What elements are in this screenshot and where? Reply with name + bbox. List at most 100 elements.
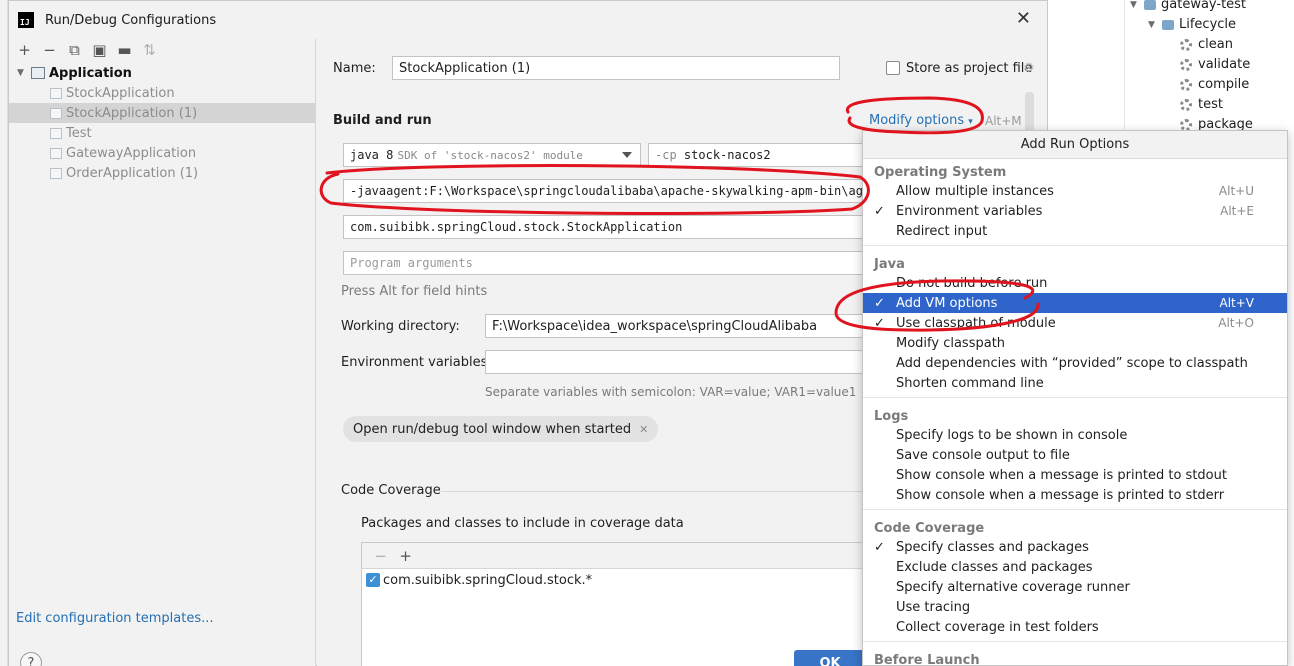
tree-item-label: StockApplication	[66, 85, 175, 101]
tree-item-label: GatewayApplication	[66, 145, 197, 161]
application-icon	[31, 67, 45, 79]
coverage-item-label: com.suibibk.springCloud.stock.*	[383, 572, 593, 588]
option-item[interactable]: Add dependencies with “provided” scope t…	[863, 353, 1287, 373]
config-tree: ▼ Application StockApplication StockAppli…	[9, 63, 315, 183]
maven-tree-item[interactable]: compile	[1166, 77, 1249, 92]
remove-icon[interactable]: −	[368, 547, 393, 565]
tree-toolbar: + − ⧉ ▣ ▬ ⇅	[9, 39, 315, 61]
intellij-logo-icon: IJ	[18, 12, 34, 28]
maven-tree-item[interactable]: ▼ gateway-test	[1130, 0, 1246, 12]
ide-left-edge	[0, 0, 8, 666]
add-icon[interactable]: +	[12, 41, 37, 59]
application-icon	[50, 107, 62, 119]
option-label: Show console when a message is printed t…	[896, 467, 1227, 483]
open-tool-window-chip[interactable]: Open run/debug tool window when started ✕	[343, 416, 659, 442]
maven-tree-item[interactable]: clean	[1166, 37, 1233, 52]
option-item[interactable]: Show console when a message is printed t…	[863, 465, 1287, 485]
vm-options-field[interactable]: -javaagent:F:\Workspace\springcloudaliba…	[343, 179, 871, 203]
option-item[interactable]: Use tracing	[863, 597, 1287, 617]
store-project-checkbox[interactable]	[886, 61, 900, 75]
tree-item[interactable]: StockApplication	[9, 83, 315, 103]
group-header: Before Launch	[874, 653, 980, 666]
chevron-down-icon[interactable]: ▼	[1130, 0, 1144, 10]
option-item[interactable]: ✓ Specify classes and packages	[863, 537, 1287, 557]
group-separator	[863, 397, 1287, 398]
chevron-down-icon[interactable]: ▼	[1148, 20, 1162, 30]
name-field[interactable]: StockApplication (1)	[392, 56, 840, 80]
option-item[interactable]: Modify classpath	[863, 333, 1287, 353]
chevron-down-icon[interactable]: ▼	[17, 68, 31, 78]
ok-button[interactable]: OK	[794, 650, 866, 666]
gear-icon	[1180, 38, 1192, 51]
checkmark-icon: ✓	[874, 295, 885, 311]
edit-templates-link[interactable]: Edit configuration templates...	[16, 611, 214, 626]
chevron-down-icon: ▾	[968, 117, 973, 127]
config-tree-panel: + − ⧉ ▣ ▬ ⇅ ▼ Application StockApplicati…	[9, 39, 316, 666]
tree-item[interactable]: OrderApplication (1)	[9, 163, 315, 183]
coverage-row[interactable]: ✓ com.suibibk.springCloud.stock.*	[362, 569, 870, 591]
environment-variables-hint: Separate variables with semicolon: VAR=v…	[485, 385, 857, 399]
tree-root-label: Application	[49, 65, 132, 81]
option-item[interactable]: Specify logs to be shown in console	[863, 425, 1287, 445]
chip-label: Open run/debug tool window when started	[353, 421, 632, 437]
help-icon[interactable]: ?	[20, 652, 42, 666]
option-item[interactable]: Do not build before run	[863, 273, 1287, 293]
coverage-toolbar: − +	[362, 543, 870, 569]
application-icon	[50, 127, 62, 139]
application-icon	[50, 147, 62, 159]
maven-tree-label: validate	[1198, 57, 1251, 72]
copy-icon[interactable]: ⧉	[62, 41, 87, 59]
maven-tree-item[interactable]: ▼ Lifecycle	[1148, 17, 1236, 32]
gear-icon	[1180, 78, 1192, 91]
remove-icon[interactable]: −	[37, 41, 62, 59]
checkmark-icon: ✓	[874, 315, 885, 331]
checkbox-checked-icon[interactable]: ✓	[366, 573, 380, 587]
option-item[interactable]: ✓ Use classpath of module Alt+O	[863, 313, 1287, 333]
jdk-select[interactable]: java 8 SDK of 'stock-nacos2' module	[343, 143, 641, 167]
option-label: Do not build before run	[896, 275, 1048, 291]
gear-icon[interactable]: ⚙	[1023, 61, 1035, 76]
add-package-icon[interactable]: +	[393, 547, 418, 565]
gear-icon	[1180, 58, 1192, 71]
program-arguments-field[interactable]: Program arguments	[343, 251, 871, 275]
group-header: Logs	[874, 409, 909, 424]
tree-item[interactable]: Test	[9, 123, 315, 143]
option-shortcut: Alt+V	[1219, 296, 1254, 310]
option-item[interactable]: ✓ Add VM options Alt+V	[863, 293, 1287, 313]
modify-options-shortcut: Alt+M	[985, 114, 1022, 128]
tree-root-application[interactable]: ▼ Application	[9, 63, 315, 83]
tree-item-label: StockApplication (1)	[66, 105, 198, 121]
group-separator	[863, 509, 1287, 510]
jdk-detail: SDK of 'stock-nacos2' module	[397, 148, 583, 162]
classpath-select[interactable]: -cp stock-nacos2	[648, 143, 878, 167]
working-directory-field[interactable]: F:\Workspace\idea_workspace\springCloudA…	[485, 314, 871, 338]
option-item[interactable]: Show console when a message is printed t…	[863, 485, 1287, 505]
option-item[interactable]: Exclude classes and packages	[863, 557, 1287, 577]
option-label: Modify classpath	[896, 335, 1006, 351]
option-label: Save console output to file	[896, 447, 1070, 463]
option-label: Specify logs to be shown in console	[896, 427, 1128, 443]
modify-options-button[interactable]: Modify options ▾	[869, 113, 973, 128]
gear-icon	[1180, 118, 1192, 131]
environment-variables-field[interactable]	[485, 350, 871, 374]
option-item[interactable]: Shorten command line	[863, 373, 1287, 393]
close-icon[interactable]: ✕	[1016, 10, 1031, 28]
maven-tree-item[interactable]: test	[1166, 97, 1223, 112]
sort-icon[interactable]: ⇅	[137, 41, 162, 59]
close-icon[interactable]: ✕	[639, 423, 648, 436]
save-icon[interactable]: ▣	[87, 41, 112, 59]
option-item[interactable]: Save console output to file	[863, 445, 1287, 465]
main-class-field[interactable]: com.suibibk.springCloud.stock.StockAppli…	[343, 215, 871, 239]
folder-icon[interactable]: ▬	[112, 41, 137, 59]
option-label: Exclude classes and packages	[896, 559, 1093, 575]
name-label: Name:	[333, 61, 376, 76]
group-header: Java	[874, 257, 905, 272]
option-item[interactable]: Redirect input	[863, 221, 1287, 241]
option-item[interactable]: ✓ Environment variables Alt+E	[863, 201, 1287, 221]
tree-item[interactable]: StockApplication (1)	[9, 103, 315, 123]
option-item[interactable]: Collect coverage in test folders	[863, 617, 1287, 637]
tree-item[interactable]: GatewayApplication	[9, 143, 315, 163]
maven-tree-item[interactable]: validate	[1166, 57, 1250, 72]
option-item[interactable]: Specify alternative coverage runner	[863, 577, 1287, 597]
option-item[interactable]: Allow multiple instances Alt+U	[863, 181, 1287, 201]
